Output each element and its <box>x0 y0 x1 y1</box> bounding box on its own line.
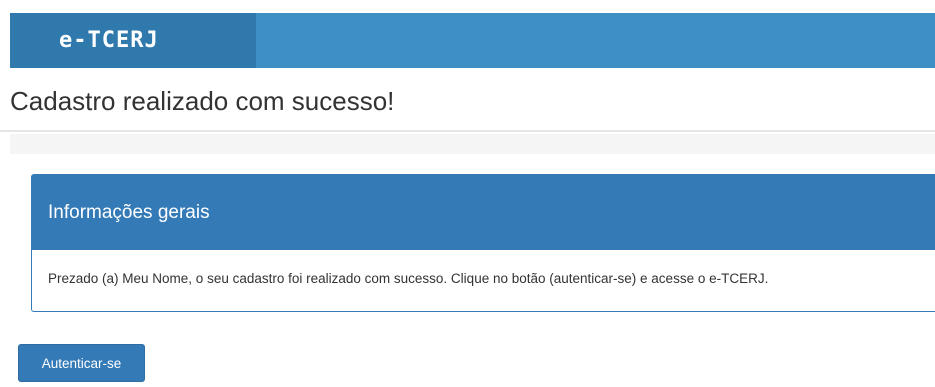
info-panel: Informações gerais Prezado (a) Meu Nome,… <box>31 174 935 312</box>
success-message: Prezado (a) Meu Nome, o seu cadastro foi… <box>48 271 769 286</box>
panel-title: Informações gerais <box>48 202 210 223</box>
page-title: Cadastro realizado com sucesso! <box>10 86 395 116</box>
top-navbar: e-TCERJ <box>10 13 935 68</box>
page: e-TCERJ Cadastro realizado com sucesso! … <box>0 0 935 387</box>
page-header: Cadastro realizado com sucesso! <box>0 80 935 132</box>
authenticate-button[interactable]: Autenticar-se <box>18 344 145 382</box>
brand-logo[interactable]: e-TCERJ <box>10 13 256 68</box>
panel-heading: Informações gerais <box>32 175 935 250</box>
header-divider-band <box>10 134 935 154</box>
